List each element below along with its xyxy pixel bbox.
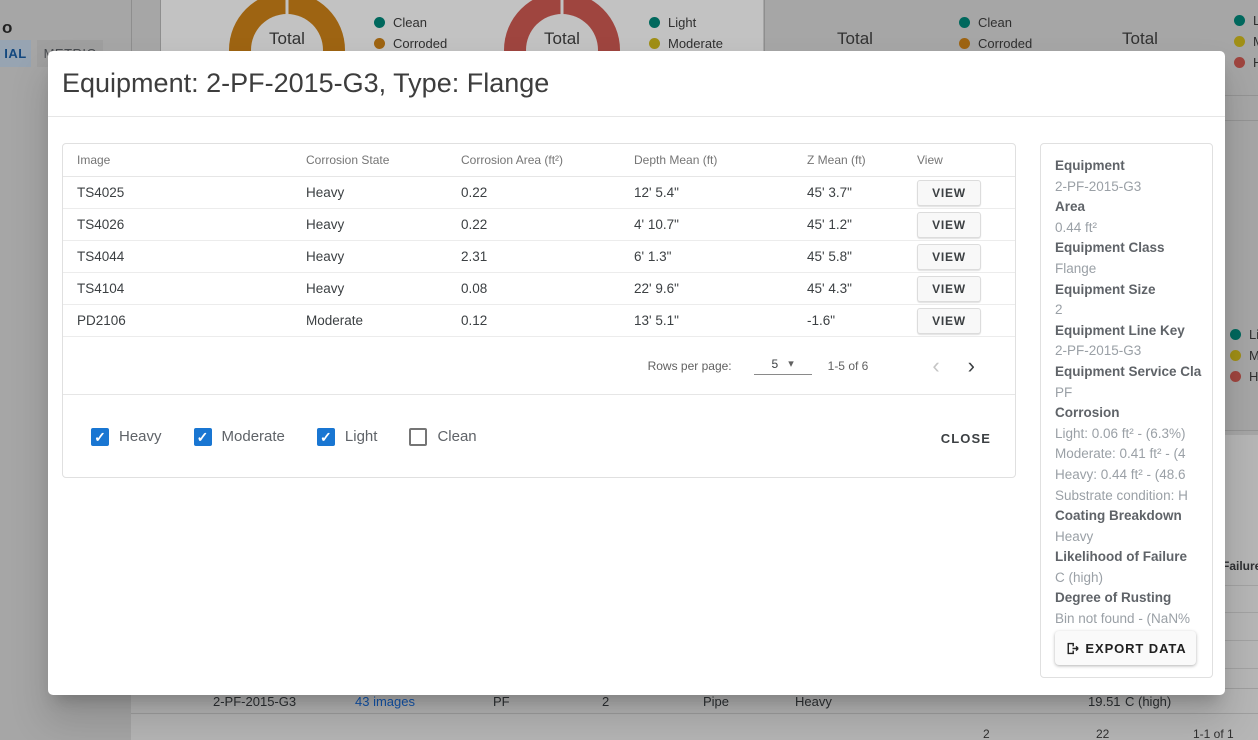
cell-depth: 22' 9.6" bbox=[634, 281, 807, 296]
dialog-header: Equipment: 2-PF-2015-G3, Type: Flange bbox=[48, 51, 1225, 117]
column-header-corrosion-state: Corrosion State bbox=[306, 153, 461, 167]
panel-label: Equipment bbox=[1055, 156, 1212, 177]
table-pagination: Rows per page: 5 ▾ 1-5 of 6 ‹ › bbox=[63, 337, 1015, 394]
panel-label: Equipment Class bbox=[1055, 238, 1212, 259]
panel-label: Coating Breakdown bbox=[1055, 506, 1212, 527]
table-row: PD2106 Moderate 0.12 13' 5.1" -1.6" VIEW bbox=[63, 305, 1015, 337]
filter-light[interactable]: ✓ Light bbox=[317, 428, 378, 446]
severity-filter-row: ✓ Heavy ✓ Moderate ✓ Light Clean CLOSE bbox=[63, 394, 1015, 478]
rows-per-page-label: Rows per page: bbox=[648, 359, 732, 373]
panel-label: Likelihood of Failure bbox=[1055, 547, 1212, 568]
panel-value: Moderate: 0.41 ft² - (4 bbox=[1055, 444, 1212, 465]
panel-value: 2-PF-2015-G3 bbox=[1055, 341, 1212, 362]
cell-area: 0.08 bbox=[461, 281, 634, 296]
cell-image: TS4025 bbox=[77, 185, 306, 200]
panel-value: 2-PF-2015-G3 bbox=[1055, 177, 1212, 198]
table-row: TS4104 Heavy 0.08 22' 9.6" 45' 4.3" VIEW bbox=[63, 273, 1015, 305]
pagination-range: 1-5 of 6 bbox=[828, 359, 869, 373]
dropdown-arrow-icon: ▾ bbox=[788, 357, 794, 370]
panel-value: Light: 0.06 ft² - (6.3%) bbox=[1055, 424, 1212, 445]
filter-moderate[interactable]: ✓ Moderate bbox=[194, 428, 285, 446]
equipment-detail-dialog: Equipment: 2-PF-2015-G3, Type: Flange Im… bbox=[48, 51, 1225, 695]
panel-label: Equipment Size bbox=[1055, 280, 1212, 301]
checkbox-checked-icon[interactable]: ✓ bbox=[194, 428, 212, 446]
panel-label: Area bbox=[1055, 197, 1212, 218]
view-button[interactable]: VIEW bbox=[917, 180, 981, 206]
check-icon: ✓ bbox=[320, 430, 332, 444]
cell-state: Heavy bbox=[306, 185, 461, 200]
table-row: TS4025 Heavy 0.22 12' 5.4" 45' 3.7" VIEW bbox=[63, 177, 1015, 209]
column-header-image: Image bbox=[77, 153, 306, 167]
panel-value: Bin not found - (NaN% bbox=[1055, 609, 1212, 630]
panel-value: C (high) bbox=[1055, 568, 1212, 589]
checkbox-unchecked-icon[interactable] bbox=[409, 428, 427, 446]
filter-heavy[interactable]: ✓ Heavy bbox=[91, 428, 162, 446]
view-button[interactable]: VIEW bbox=[917, 212, 981, 238]
cell-z: 45' 3.7" bbox=[807, 185, 917, 200]
equipment-detail-panel: Equipment 2-PF-2015-G3 Area 0.44 ft² Equ… bbox=[1040, 143, 1213, 678]
check-icon: ✓ bbox=[94, 430, 106, 444]
next-page-button[interactable]: › bbox=[954, 355, 989, 377]
cell-image: TS4026 bbox=[77, 217, 306, 232]
cell-state: Heavy bbox=[306, 249, 461, 264]
table-header-row: Image Corrosion State Corrosion Area (ft… bbox=[63, 144, 1015, 177]
column-header-view: View bbox=[917, 153, 1015, 167]
panel-value: PF bbox=[1055, 383, 1212, 404]
column-header-corrosion-area: Corrosion Area (ft²) bbox=[461, 153, 634, 167]
cell-depth: 13' 5.1" bbox=[634, 313, 807, 328]
cell-depth: 4' 10.7" bbox=[634, 217, 807, 232]
cell-z: 45' 1.2" bbox=[807, 217, 917, 232]
export-button-label: EXPORT DATA bbox=[1085, 641, 1186, 656]
cell-area: 2.31 bbox=[461, 249, 634, 264]
rows-per-page-select[interactable]: 5 ▾ bbox=[754, 357, 812, 375]
table-row: TS4044 Heavy 2.31 6' 1.3" 45' 5.8" VIEW bbox=[63, 241, 1015, 273]
panel-label: Equipment Line Key bbox=[1055, 321, 1212, 342]
panel-value: Flange bbox=[1055, 259, 1212, 280]
filter-label: Heavy bbox=[119, 428, 162, 445]
filter-label: Clean bbox=[437, 428, 476, 445]
check-icon: ✓ bbox=[197, 430, 209, 444]
close-button[interactable]: CLOSE bbox=[933, 425, 999, 452]
cell-z: 45' 4.3" bbox=[807, 281, 917, 296]
cell-state: Moderate bbox=[306, 313, 461, 328]
panel-value: 2 bbox=[1055, 300, 1212, 321]
cell-depth: 6' 1.3" bbox=[634, 249, 807, 264]
cell-image: TS4044 bbox=[77, 249, 306, 264]
page: o IAL METRIC Total Total Total Total Cle… bbox=[0, 0, 1258, 740]
cell-area: 0.12 bbox=[461, 313, 634, 328]
view-button[interactable]: VIEW bbox=[917, 276, 981, 302]
column-header-depth-mean: Depth Mean (ft) bbox=[634, 153, 807, 167]
cell-state: Heavy bbox=[306, 281, 461, 296]
checkbox-checked-icon[interactable]: ✓ bbox=[91, 428, 109, 446]
cell-image: PD2106 bbox=[77, 313, 306, 328]
dialog-title: Equipment: 2-PF-2015-G3, Type: Flange bbox=[62, 68, 1225, 99]
cell-state: Heavy bbox=[306, 217, 461, 232]
images-table: Image Corrosion State Corrosion Area (ft… bbox=[62, 143, 1016, 478]
panel-value: Heavy: 0.44 ft² - (48.6 bbox=[1055, 465, 1212, 486]
cell-z: 45' 5.8" bbox=[807, 249, 917, 264]
panel-value: Substrate condition: H bbox=[1055, 486, 1212, 507]
cell-image: TS4104 bbox=[77, 281, 306, 296]
table-row: TS4026 Heavy 0.22 4' 10.7" 45' 1.2" VIEW bbox=[63, 209, 1015, 241]
cell-area: 0.22 bbox=[461, 185, 634, 200]
filter-clean[interactable]: Clean bbox=[409, 428, 476, 446]
cell-depth: 12' 5.4" bbox=[634, 185, 807, 200]
panel-label: Degree of Rusting bbox=[1055, 588, 1212, 609]
filter-label: Light bbox=[345, 428, 378, 445]
panel-value: 0.44 ft² bbox=[1055, 218, 1212, 239]
rows-per-page-value: 5 bbox=[772, 357, 779, 371]
export-data-button[interactable]: EXPORT DATA bbox=[1055, 631, 1196, 665]
previous-page-button[interactable]: ‹ bbox=[918, 355, 953, 377]
view-button[interactable]: VIEW bbox=[917, 244, 981, 270]
export-icon bbox=[1064, 640, 1081, 657]
cell-z: -1.6" bbox=[807, 313, 917, 328]
panel-value: Heavy bbox=[1055, 527, 1212, 548]
view-button[interactable]: VIEW bbox=[917, 308, 981, 334]
cell-area: 0.22 bbox=[461, 217, 634, 232]
panel-label: Equipment Service Cla bbox=[1055, 362, 1212, 383]
filter-label: Moderate bbox=[222, 428, 285, 445]
panel-label: Corrosion bbox=[1055, 403, 1212, 424]
column-header-z-mean: Z Mean (ft) bbox=[807, 153, 917, 167]
checkbox-checked-icon[interactable]: ✓ bbox=[317, 428, 335, 446]
